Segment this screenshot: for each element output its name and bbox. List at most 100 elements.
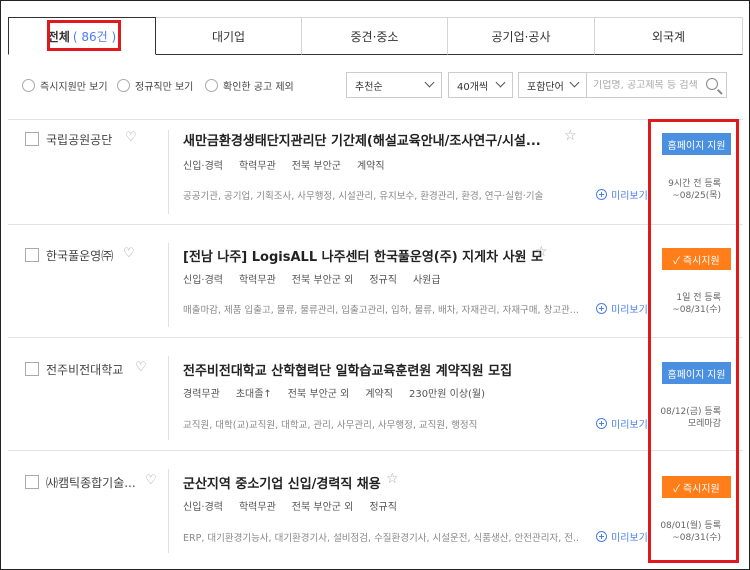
tab-mid-small[interactable]: 중견·중소 — [302, 17, 448, 55]
job-title[interactable]: [전남 나주] LogisALL 나주센터 한국풀운영(주) 지게차 사원 모집 — [183, 246, 543, 265]
posted-time: 9시간 전 등록 — [668, 179, 721, 189]
divider — [168, 243, 169, 327]
tab-large-company[interactable]: 대기업 — [156, 17, 302, 55]
job-listing: 전주비전대학교 ♡ 전주비전대학교 산학협력단 일학습교육훈련원 계약직원 모집… — [8, 337, 743, 450]
star-icon[interactable]: ☆ — [386, 471, 399, 487]
job-meta: 경력무관 초대졸↑ 전북 부안군 외 계약직 230만원 이상(월) — [183, 385, 485, 400]
heart-icon[interactable]: ♡ — [145, 473, 157, 488]
per-page-value: 40개씩 — [457, 81, 489, 93]
job-title[interactable]: 새만금환경생태단지관리단 기간제(해설교육안내/조사연구/시설... — [183, 130, 553, 149]
posted-info: 08/01(월) 등록 ~08/31(수) — [660, 520, 721, 544]
heart-icon[interactable]: ♡ — [123, 246, 135, 261]
homepage-apply-button[interactable]: 홈페이지 지원 — [662, 133, 731, 155]
posted-time: 08/01(월) 등록 — [660, 521, 721, 531]
tab-all[interactable]: 전체 ( 86건 ) — [8, 17, 156, 55]
job-listing: ㈔캠틱종합기술... ♡ 군산지역 중소기업 신입/경력직 채용 ☆ 신입·경력… — [8, 450, 743, 562]
sort-select[interactable]: 추천순 — [346, 72, 442, 98]
category-tabs: 전체 ( 86건 ) 대기업 중견·중소 공기업·공사 외국계 — [8, 17, 743, 55]
posted-info: 1일 전 등록 ~08/31(수) — [672, 292, 721, 316]
keyword-mode-value: 포함단어 — [527, 81, 564, 93]
preview-link[interactable]: 미리보기 — [596, 301, 648, 316]
job-title[interactable]: 전주비전대학교 산학협력단 일학습교육훈련원 계약직원 모집 — [183, 360, 543, 379]
job-title[interactable]: 군산지역 중소기업 신입/경력직 채용 — [183, 473, 443, 492]
per-page-select[interactable]: 40개씩 — [448, 72, 513, 98]
exclude-viewed-radio[interactable]: 확인한 공고 제외 — [205, 78, 294, 93]
listing-checkbox[interactable] — [25, 475, 39, 489]
tab-label: 공기업·공사 — [491, 29, 551, 44]
sort-value: 추천순 — [355, 81, 383, 93]
preview-label: 미리보기 — [611, 420, 648, 431]
zoom-plus-icon — [596, 189, 607, 200]
preview-label: 미리보기 — [611, 191, 648, 202]
star-icon[interactable]: ☆ — [564, 128, 577, 144]
search-input[interactable] — [587, 79, 697, 91]
radio-circle — [22, 79, 35, 92]
posted-time: 08/12(금) 등록 — [660, 407, 721, 417]
divider — [168, 130, 169, 214]
company-name[interactable]: 전주비전대학교 — [46, 361, 123, 378]
preview-label: 미리보기 — [611, 305, 648, 316]
meta-career: 신입·경력 — [183, 502, 223, 513]
heart-icon[interactable]: ♡ — [125, 130, 137, 145]
posted-time: 1일 전 등록 — [676, 293, 721, 303]
meta-career: 신입·경력 — [183, 275, 223, 286]
listing-checkbox[interactable] — [25, 132, 39, 146]
search-icon[interactable] — [706, 78, 718, 90]
job-meta: 신입·경력 학력무관 전북 부안군 외 정규직 — [183, 498, 397, 513]
homepage-apply-button[interactable]: 홈페이지 지원 — [662, 362, 731, 384]
deadline: 모레마감 — [687, 419, 721, 429]
heart-icon[interactable]: ♡ — [135, 360, 147, 375]
zoom-plus-icon — [596, 418, 607, 429]
radio-circle — [117, 79, 130, 92]
deadline: ~08/31(수) — [672, 533, 721, 543]
meta-location: 전북 부안군 외 — [291, 502, 354, 513]
instant-only-radio[interactable]: 즉시지원만 보기 — [22, 78, 108, 93]
listing-checkbox[interactable] — [25, 362, 39, 376]
job-tags: 공공기관, 공기업, 기획조사, 사무행정, 시설관리, 유지보수, 환경관리,… — [183, 191, 544, 202]
star-icon[interactable]: ☆ — [535, 244, 548, 260]
preview-label: 미리보기 — [611, 533, 648, 544]
tab-foreign[interactable]: 외국계 — [595, 17, 743, 55]
radio-label: 확인한 공고 제외 — [223, 82, 294, 93]
radio-label: 정규직만 보기 — [135, 82, 194, 93]
meta-location: 전북 부안군 외 — [291, 275, 354, 286]
tab-label: 외국계 — [651, 29, 686, 44]
company-name[interactable]: 국립공원공단 — [46, 131, 112, 148]
preview-link[interactable]: 미리보기 — [596, 529, 648, 544]
filter-bar: 즉시지원만 보기 정규직만 보기 확인한 공고 제외 추천순 40개씩 포함단어 — [0, 66, 750, 102]
preview-link[interactable]: 미리보기 — [596, 416, 648, 431]
meta-level: 사원급 — [412, 275, 441, 286]
listing-checkbox[interactable] — [25, 248, 39, 262]
preview-link[interactable]: 미리보기 — [596, 187, 648, 202]
meta-career: 신입·경력 — [183, 161, 223, 172]
tab-public-corp[interactable]: 공기업·공사 — [448, 17, 595, 55]
search-box — [587, 72, 727, 98]
chevron-down-icon — [569, 77, 580, 88]
company-name[interactable]: 한국풀운영㈜ — [46, 247, 113, 264]
deadline: ~08/25(목) — [672, 191, 721, 201]
zoom-plus-icon — [596, 303, 607, 314]
meta-type: 정규직 — [369, 502, 397, 513]
company-name[interactable]: ㈔캠틱종합기술... — [46, 474, 136, 491]
meta-education: 학력무관 — [238, 502, 276, 513]
chevron-down-icon — [495, 77, 506, 88]
regular-only-radio[interactable]: 정규직만 보기 — [117, 78, 193, 93]
job-meta: 신입·경력 학력무관 전북 부안군 계약직 — [183, 157, 385, 172]
tab-all-count: ( 86건 ) — [72, 29, 117, 44]
job-tags: 매출마감, 제품 입출고, 물류, 물류관리, 입출고관리, 입하, 물류, 배… — [183, 305, 578, 316]
meta-education: 학력무관 — [238, 161, 276, 172]
divider — [168, 356, 169, 440]
meta-education: 학력무관 — [238, 275, 276, 286]
radio-label: 즉시지원만 보기 — [40, 82, 108, 93]
chevron-down-icon — [424, 77, 435, 88]
meta-location: 전북 부안군 외 — [287, 389, 350, 400]
job-tags: 교직원, 대학(교)교직원, 대학교, 관리, 사무관리, 사무행정, 교직원,… — [183, 420, 478, 431]
keyword-mode-select[interactable]: 포함단어 — [518, 72, 587, 98]
instant-apply-button[interactable]: ✓ 즉시지원 — [662, 248, 731, 270]
posted-info: 08/12(금) 등록 모레마감 — [660, 406, 721, 430]
deadline: ~08/31(수) — [672, 305, 721, 315]
meta-location: 전북 부안군 — [291, 161, 341, 172]
instant-apply-button[interactable]: ✓ 즉시지원 — [662, 476, 731, 498]
meta-career: 경력무관 — [183, 389, 220, 400]
divider — [168, 469, 169, 553]
